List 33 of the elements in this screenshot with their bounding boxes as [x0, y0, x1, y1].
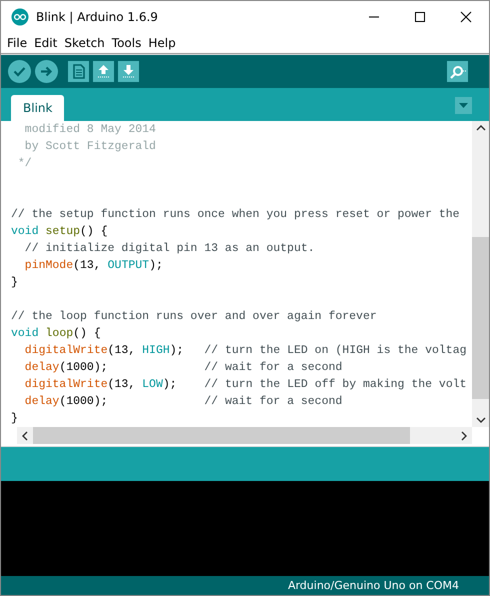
code-line: pinMode(13, OUTPUT);: [24, 258, 164, 274]
menu-item[interactable]: File: [7, 36, 28, 50]
vertical-scrollbar[interactable]: [472, 121, 489, 427]
sketch-tab[interactable]: Blink: [11, 95, 64, 121]
serial-monitor-icon[interactable]: [447, 61, 468, 82]
menu-item[interactable]: Help: [148, 36, 176, 50]
board-status: Arduino/Genuino Uno on COM4: [288, 579, 459, 592]
close-icon[interactable]: [460, 10, 472, 22]
new-file-icon[interactable]: [68, 61, 89, 82]
window-title: Blink | Arduino 1.6.9: [36, 10, 158, 24]
upload-icon[interactable]: [35, 60, 58, 83]
horizontal-scrollbar[interactable]: [17, 427, 472, 444]
tab-menu-dropdown-icon[interactable]: [455, 97, 472, 114]
code-line: modified 8 May 2014: [24, 122, 157, 138]
code-line: void loop() {: [11, 326, 102, 342]
menu-item[interactable]: Tools: [112, 36, 142, 50]
code-line: // the setup function runs once when you press reset or power the: [11, 207, 461, 223]
code-line: delay(1000); // wait for a second: [24, 360, 344, 376]
code-line: // the loop function runs over and over again forever: [11, 309, 378, 325]
code-line: void setup() {: [11, 224, 109, 240]
maximize-icon[interactable]: [414, 10, 426, 22]
menu-item[interactable]: Edit: [34, 36, 58, 50]
code-line: }: [11, 275, 19, 291]
code-line: // initialize digital pin 13 as an output.: [24, 241, 316, 257]
code-line: }: [11, 411, 19, 427]
code-line: digitalWrite(13, HIGH); // turn the LED on (HIGH is the voltag: [24, 343, 468, 359]
code-line: digitalWrite(13, LOW); // turn the LED off by making the volt: [24, 377, 468, 393]
code-line: */: [16, 156, 33, 172]
menu-item[interactable]: Sketch: [64, 36, 105, 50]
app-logo-icon: [11, 8, 29, 26]
verify-icon[interactable]: [8, 60, 31, 83]
code-line: delay(1000); // wait for a second: [24, 394, 344, 410]
code-line: by Scott Fitzgerald: [24, 139, 157, 155]
